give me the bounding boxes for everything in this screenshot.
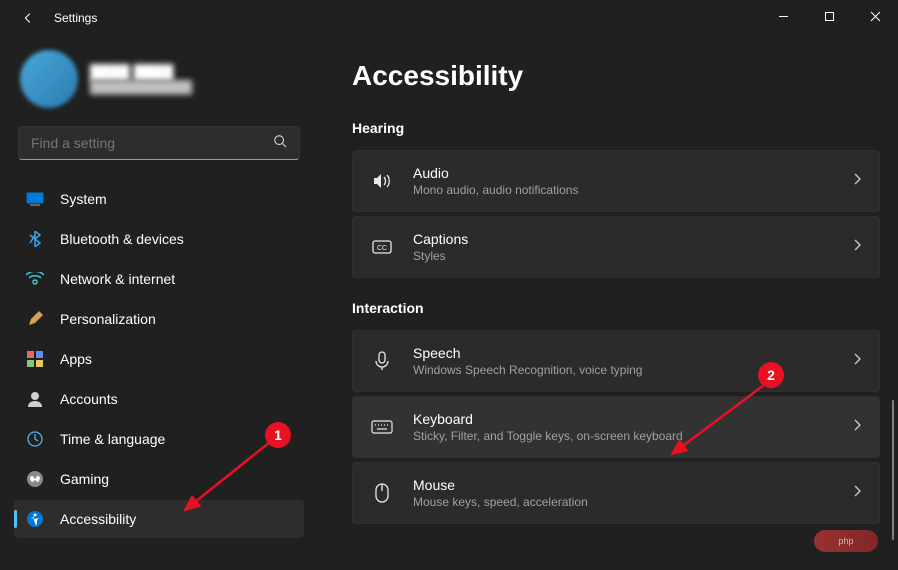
sidebar-item-gaming[interactable]: Gaming (14, 460, 304, 498)
sidebar-item-label: Apps (60, 351, 92, 367)
card-subtitle: Windows Speech Recognition, voice typing (413, 363, 853, 377)
card-title: Mouse (413, 477, 853, 493)
maximize-button[interactable] (806, 0, 852, 32)
captions-icon: CC (371, 239, 393, 255)
card-captions[interactable]: CC Captions Styles (352, 216, 880, 278)
back-button[interactable] (14, 4, 42, 32)
section-interaction: Interaction (352, 300, 880, 316)
card-keyboard[interactable]: Keyboard Sticky, Filter, and Toggle keys… (352, 396, 880, 458)
apps-icon (26, 350, 44, 368)
profile-email: ████████████ (90, 80, 192, 94)
sidebar-item-label: Time & language (60, 431, 165, 447)
search-field[interactable] (18, 126, 300, 160)
globe-clock-icon (26, 430, 44, 448)
sidebar-item-label: Accounts (60, 391, 118, 407)
sidebar-item-personalization[interactable]: Personalization (14, 300, 304, 338)
sidebar-item-accessibility[interactable]: Accessibility (14, 500, 304, 538)
card-mouse[interactable]: Mouse Mouse keys, speed, acceleration (352, 462, 880, 524)
profile-name: ████ ████ (90, 64, 192, 80)
card-title: Keyboard (413, 411, 853, 427)
card-subtitle: Sticky, Filter, and Toggle keys, on-scre… (413, 429, 853, 443)
watermark: php (814, 530, 878, 552)
audio-icon (371, 173, 393, 189)
chevron-right-icon (853, 418, 861, 436)
sidebar-item-label: Network & internet (60, 271, 175, 287)
microphone-icon (371, 351, 393, 371)
bluetooth-icon (26, 230, 44, 248)
accessibility-icon (26, 510, 44, 528)
sidebar-item-system[interactable]: System (14, 180, 304, 218)
chevron-right-icon (853, 484, 861, 502)
mouse-icon (371, 483, 393, 503)
sidebar-item-label: Bluetooth & devices (60, 231, 184, 247)
sidebar-item-label: Gaming (60, 471, 109, 487)
gaming-icon (26, 470, 44, 488)
card-title: Speech (413, 345, 853, 361)
paintbrush-icon (26, 310, 44, 328)
svg-text:CC: CC (377, 245, 387, 252)
window-title: Settings (54, 11, 97, 25)
sidebar-item-label: Accessibility (60, 511, 136, 527)
card-audio[interactable]: Audio Mono audio, audio notifications (352, 150, 880, 212)
keyboard-icon (371, 420, 393, 434)
card-title: Captions (413, 231, 853, 247)
section-hearing: Hearing (352, 120, 880, 136)
chevron-right-icon (853, 172, 861, 190)
sidebar-item-bluetooth[interactable]: Bluetooth & devices (14, 220, 304, 258)
card-subtitle: Styles (413, 249, 853, 263)
page-title: Accessibility (352, 60, 880, 92)
search-input[interactable] (31, 135, 273, 151)
sidebar-item-label: Personalization (60, 311, 156, 327)
card-subtitle: Mono audio, audio notifications (413, 183, 853, 197)
sidebar-item-label: System (60, 191, 107, 207)
card-title: Audio (413, 165, 853, 181)
chevron-right-icon (853, 352, 861, 370)
card-subtitle: Mouse keys, speed, acceleration (413, 495, 853, 509)
wifi-icon (26, 270, 44, 288)
sidebar-item-accounts[interactable]: Accounts (14, 380, 304, 418)
scrollbar[interactable] (892, 400, 894, 540)
card-speech[interactable]: Speech Windows Speech Recognition, voice… (352, 330, 880, 392)
person-icon (26, 390, 44, 408)
minimize-button[interactable] (760, 0, 806, 32)
search-icon (273, 134, 287, 153)
sidebar-item-network[interactable]: Network & internet (14, 260, 304, 298)
chevron-right-icon (853, 238, 861, 256)
sidebar-item-apps[interactable]: Apps (14, 340, 304, 378)
user-profile[interactable]: ████ ████ ████████████ (14, 46, 304, 126)
close-button[interactable] (852, 0, 898, 32)
system-icon (26, 190, 44, 208)
sidebar-item-time-language[interactable]: Time & language (14, 420, 304, 458)
avatar (20, 50, 78, 108)
